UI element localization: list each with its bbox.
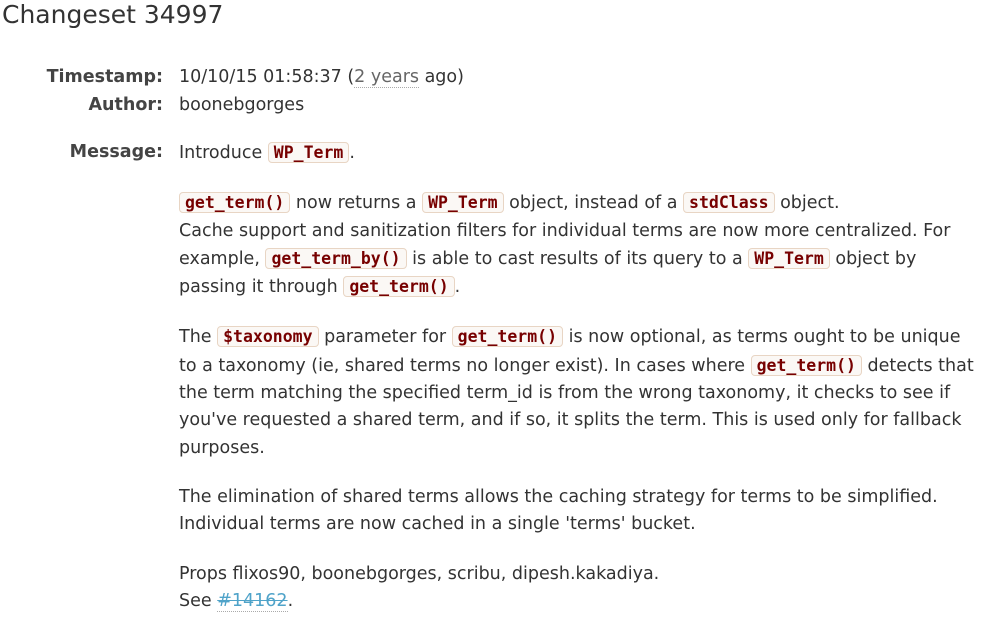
page-title: Changeset 34997 xyxy=(2,0,224,29)
timestamp-label: Timestamp: xyxy=(46,67,163,87)
text: Props flixos90, boonebgorges, scribu, di… xyxy=(179,563,660,584)
timestamp-ago-link[interactable]: 2 years xyxy=(354,67,420,88)
code-span: $taxonomy xyxy=(217,326,319,348)
commit-message: Introduce WP_Term. get_term() now return… xyxy=(179,139,979,637)
message-label: Message: xyxy=(69,142,163,162)
text: now returns a xyxy=(290,193,423,214)
message-paragraph: Introduce WP_Term. xyxy=(179,139,979,167)
message-paragraph: The $taxonomy parameter for get_term() i… xyxy=(179,323,979,461)
code-span: get_term() xyxy=(179,192,291,214)
code-span: stdClass xyxy=(683,192,775,214)
message-paragraph: Props flixos90, boonebgorges, scribu, di… xyxy=(179,561,979,616)
text: parameter for xyxy=(318,327,452,348)
author-value: boonebgorges xyxy=(179,94,305,115)
text: . xyxy=(454,277,461,298)
author-label: Author: xyxy=(88,94,163,115)
text: . xyxy=(287,590,294,611)
timestamp-text: 10/10/15 01:58:37 ( xyxy=(179,67,355,87)
timestamp-tail: ago) xyxy=(419,67,464,87)
code-span: get_term() xyxy=(750,354,862,376)
code-span: WP_Term xyxy=(267,142,350,163)
text: See xyxy=(179,590,218,611)
text: . xyxy=(349,143,355,163)
code-span: WP_Term xyxy=(748,247,830,269)
text: object. xyxy=(774,193,840,214)
text: object, instead of a xyxy=(503,193,684,214)
ticket-link[interactable]: #14162 xyxy=(217,590,288,612)
message-paragraph: The elimination of shared terms allows t… xyxy=(179,486,938,535)
text: is able to cast results of its query to … xyxy=(406,248,749,269)
text: The xyxy=(179,327,218,348)
text: Introduce xyxy=(179,143,268,163)
message-paragraph: get_term() now returns a WP_Term object,… xyxy=(179,189,979,301)
code-span: get_term() xyxy=(343,276,455,298)
code-span: WP_Term xyxy=(422,192,504,214)
code-span: get_term() xyxy=(451,326,564,348)
timestamp-value: 10/10/15 01:58:37 (2 years ago) xyxy=(179,64,464,92)
code-span: get_term_by() xyxy=(265,247,407,269)
